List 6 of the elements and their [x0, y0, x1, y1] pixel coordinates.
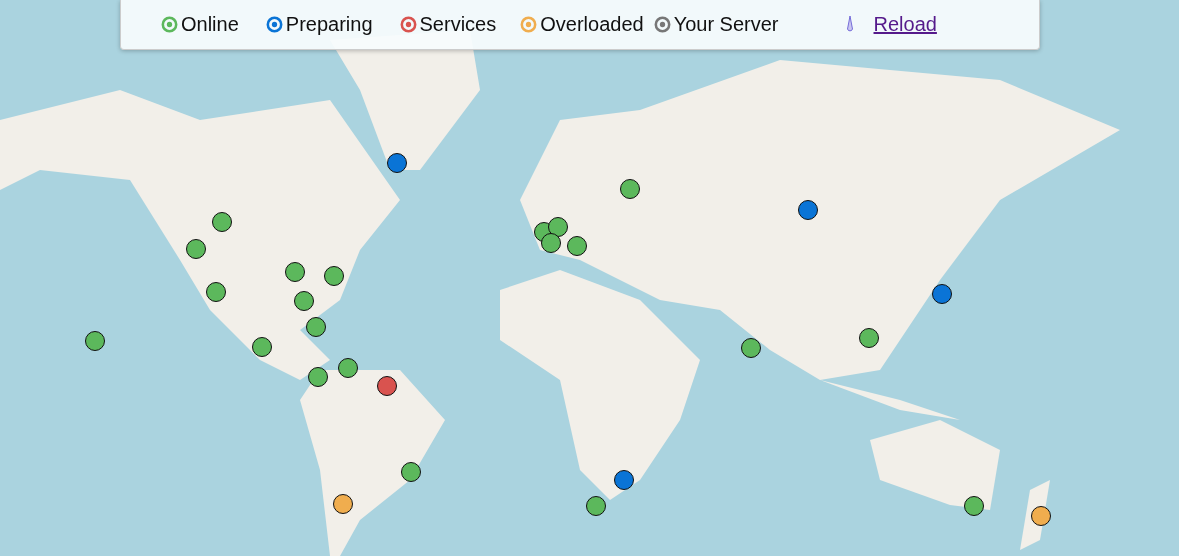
reload-link[interactable]: Reload [873, 13, 937, 36]
legend-label: Overloaded [540, 13, 644, 36]
legend-label: Preparing [285, 13, 373, 36]
legend-label: Services [419, 13, 497, 36]
legend-label: Online [181, 13, 239, 36]
legend-label: Your Server [673, 13, 779, 36]
